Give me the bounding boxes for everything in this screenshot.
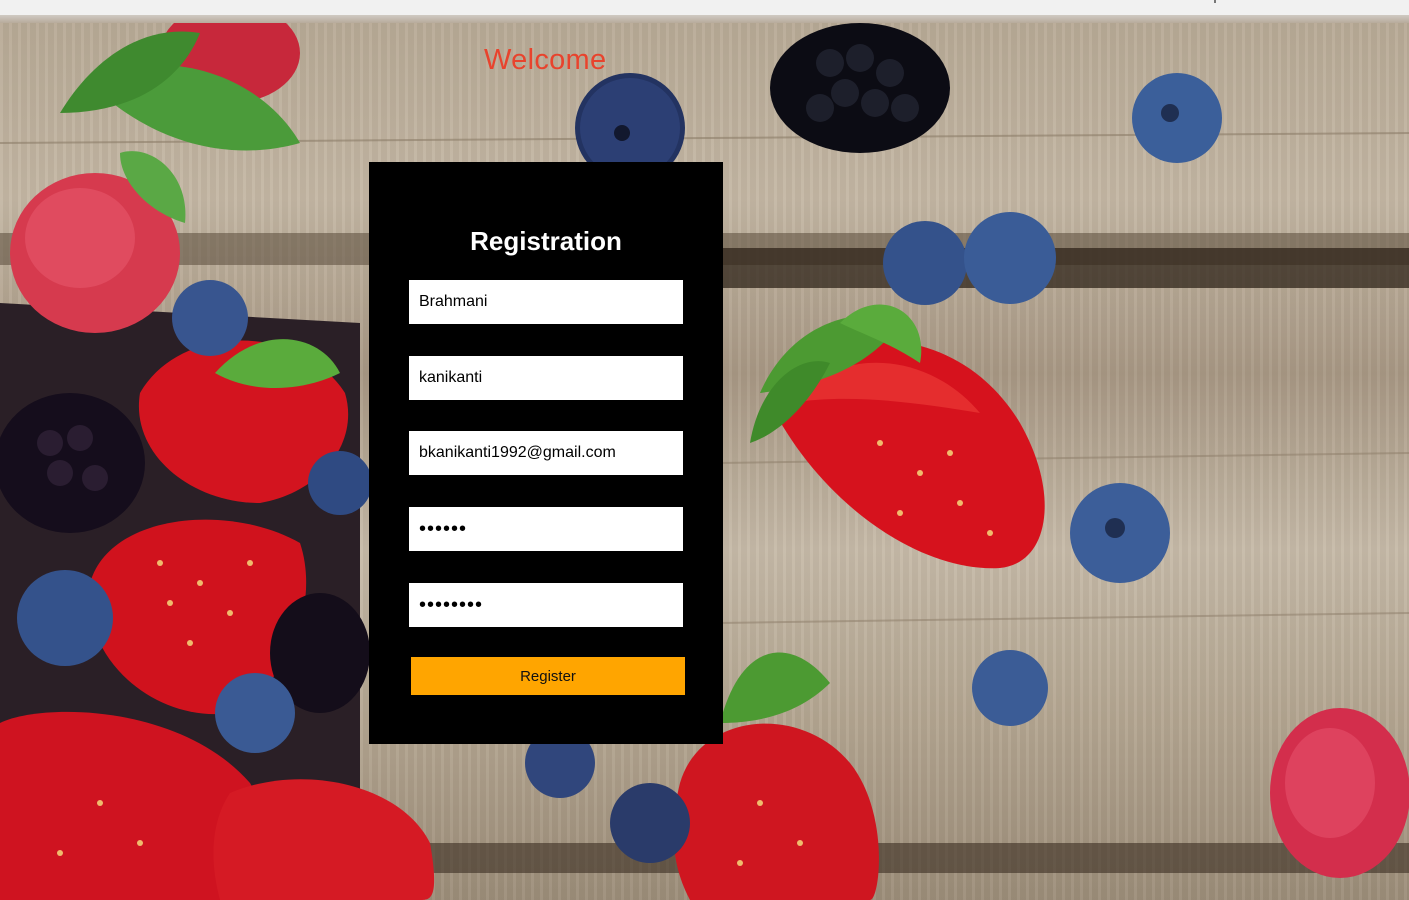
browser-top-strip [0, 0, 1409, 15]
top-strip-shadow [0, 15, 1409, 23]
blackberry-top [770, 23, 950, 153]
email-field[interactable]: bkanikanti1992@gmail.com [409, 431, 683, 475]
strawberry-right [750, 304, 1045, 569]
first-name-field[interactable]: Brahmani [409, 280, 683, 324]
last-name-field[interactable]: kanikanti [409, 356, 683, 400]
confirm-password-field[interactable]: •••••••• [409, 583, 683, 627]
registration-title: Registration [470, 226, 622, 256]
top-strip-mark [1214, 0, 1216, 3]
register-button[interactable]: Register [411, 657, 685, 695]
password-field[interactable]: •••••• [409, 507, 683, 551]
welcome-heading: Welcome [484, 44, 607, 76]
